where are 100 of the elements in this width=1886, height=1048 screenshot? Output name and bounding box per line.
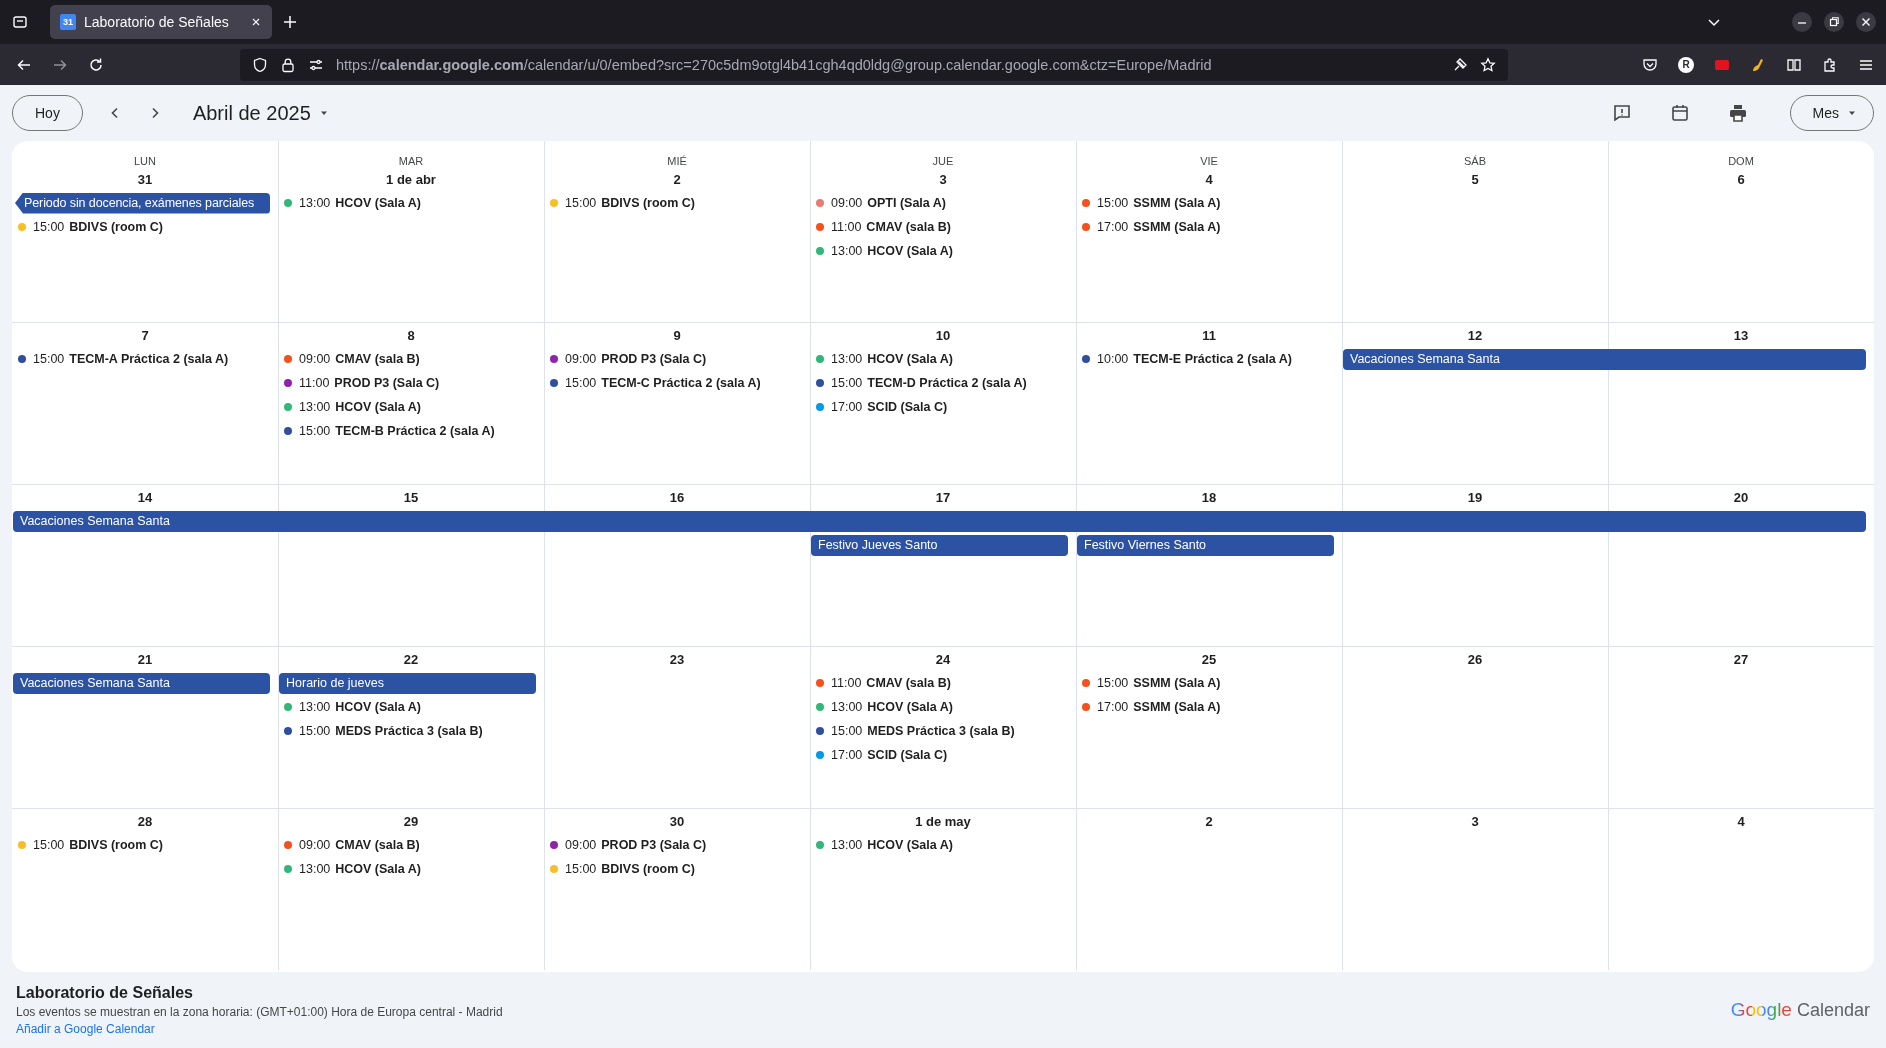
calendar-wordmark[interactable]: Calendar <box>1796 1000 1870 1021</box>
close-window-icon[interactable] <box>1856 12 1876 32</box>
day-number[interactable]: 26 <box>1467 651 1483 667</box>
day-number[interactable]: 28 <box>137 813 153 829</box>
calendar-event[interactable]: 13:00 HCOV (Sala A) <box>284 191 544 215</box>
day-number[interactable]: 4 <box>1737 813 1745 829</box>
day-number[interactable]: 24 <box>935 651 951 667</box>
day-number[interactable]: 11 <box>1202 327 1216 343</box>
calendar-event[interactable]: 13:00 HCOV (Sala A) <box>816 695 1076 719</box>
calendar-event[interactable]: 13:00 HCOV (Sala A) <box>284 695 544 719</box>
day-number[interactable]: 19 <box>1467 489 1483 505</box>
calendar-event[interactable]: 09:00 CMAV (sala B) <box>284 833 544 857</box>
day-number[interactable]: 7 <box>141 327 149 343</box>
calendar-event[interactable]: 09:00 PROD P3 (Sala C) <box>550 347 810 371</box>
day-number[interactable]: 10 <box>935 327 951 343</box>
pocket-icon[interactable] <box>1642 56 1658 73</box>
day-number[interactable]: 3 <box>1471 813 1479 829</box>
day-number[interactable]: 2 <box>1205 813 1213 829</box>
day-number[interactable]: 5 <box>1471 171 1479 187</box>
calendar-event[interactable]: 15:00 TECM-C Práctica 2 (sala A) <box>550 371 810 395</box>
all-day-event[interactable]: Horario de jueves <box>279 672 536 694</box>
day-number[interactable]: 31 <box>137 171 153 187</box>
calendar-event[interactable]: 15:00 MEDS Práctica 3 (sala B) <box>284 719 544 743</box>
calendar-event[interactable]: 15:00 BDIVS (room C) <box>550 857 810 881</box>
day-number[interactable]: 3 <box>939 171 947 187</box>
day-number[interactable]: 25 <box>1201 651 1217 667</box>
calendar-event[interactable]: 13:00 HCOV (Sala A) <box>816 347 1076 371</box>
reader-view-icon[interactable] <box>1786 56 1802 73</box>
day-number[interactable]: 13 <box>1733 327 1749 343</box>
all-day-event[interactable]: Festivo Viernes Santo <box>1077 534 1334 556</box>
calendar-event[interactable]: 13:00 HCOV (Sala A) <box>816 833 1076 857</box>
calendar-event[interactable]: 09:00 CMAV (sala B) <box>284 347 544 371</box>
calendar-event[interactable]: 17:00 SSMM (Sala A) <box>1082 695 1342 719</box>
day-number[interactable]: 17 <box>935 489 951 505</box>
reload-icon[interactable] <box>88 56 104 73</box>
address-bar[interactable]: https://calendar.google.com/calendar/u/0/embed?src=270c5dm9otgl4b41cgh4qd0ldg@group.calendar.google.com&ctz=Europe/Madrid <box>240 48 1508 81</box>
calendar-icon[interactable] <box>1669 103 1690 123</box>
day-number[interactable]: 9 <box>673 327 681 343</box>
add-to-calendar-link[interactable]: Añadir a Google Calendar <box>16 1022 503 1036</box>
calendar-event[interactable]: 09:00 PROD P3 (Sala C) <box>550 833 810 857</box>
day-number[interactable]: 30 <box>669 813 685 829</box>
extensions-puzzle-icon[interactable] <box>1822 56 1838 73</box>
shield-icon[interactable] <box>252 56 268 73</box>
day-number[interactable]: 21 <box>137 651 153 667</box>
day-number[interactable]: 22 <box>403 651 419 667</box>
lock-icon[interactable] <box>280 56 296 73</box>
minimize-icon[interactable] <box>1792 12 1812 32</box>
account-avatar[interactable]: R <box>1678 56 1694 73</box>
all-day-event[interactable]: Vacaciones Semana Santa <box>1343 348 1866 370</box>
calendar-event[interactable]: 17:00 SSMM (Sala A) <box>1082 215 1342 239</box>
print-icon[interactable] <box>1727 103 1748 123</box>
calendar-event[interactable]: 10:00 TECM-E Práctica 2 (sala A) <box>1082 347 1342 371</box>
day-number[interactable]: 2 <box>673 171 681 187</box>
month-picker[interactable]: Abril de 2025 <box>192 101 329 125</box>
brush-extension-icon[interactable] <box>1750 56 1766 73</box>
new-tab-icon[interactable] <box>282 14 298 30</box>
day-number[interactable]: 18 <box>1201 489 1217 505</box>
restore-icon[interactable] <box>1824 12 1844 32</box>
calendar-event[interactable]: 15:00 BDIVS (room C) <box>550 191 810 215</box>
day-number[interactable]: 4 <box>1205 171 1213 187</box>
calendar-event[interactable]: 13:00 HCOV (Sala A) <box>284 857 544 881</box>
today-button[interactable]: Hoy <box>12 95 83 131</box>
calendar-event[interactable]: 15:00 MEDS Práctica 3 (sala B) <box>816 719 1076 743</box>
extension-icon[interactable] <box>1452 56 1468 73</box>
calendar-event[interactable]: 15:00 TECM-A Práctica 2 (sala A) <box>18 347 278 371</box>
day-number[interactable]: 23 <box>669 651 685 667</box>
calendar-event[interactable]: 15:00 SSMM (Sala A) <box>1082 191 1342 215</box>
calendar-event[interactable]: 09:00 OPTI (Sala A) <box>816 191 1076 215</box>
view-dropdown[interactable]: Mes <box>1789 95 1874 131</box>
all-day-event[interactable]: Festivo Jueves Santo <box>811 534 1068 556</box>
day-number[interactable]: 8 <box>407 327 415 343</box>
calendar-event[interactable]: 11:00 CMAV (sala B) <box>816 671 1076 695</box>
all-day-event[interactable]: Vacaciones Semana Santa <box>13 510 1866 532</box>
calendar-event[interactable]: 17:00 SCID (Sala C) <box>816 395 1076 419</box>
browser-tab[interactable]: 31 Laboratorio de Señales <box>50 5 272 39</box>
calendar-event[interactable]: 11:00 PROD P3 (Sala C) <box>284 371 544 395</box>
calendar-event[interactable]: 13:00 HCOV (Sala A) <box>284 395 544 419</box>
day-number[interactable]: 12 <box>1467 327 1483 343</box>
day-number[interactable]: 1 de abr <box>386 171 436 187</box>
feedback-icon[interactable] <box>1611 103 1632 123</box>
day-number[interactable]: 27 <box>1733 651 1749 667</box>
day-number[interactable]: 15 <box>403 489 419 505</box>
calendar-event[interactable]: 15:00 BDIVS (room C) <box>18 215 278 239</box>
calendar-event[interactable]: 15:00 SSMM (Sala A) <box>1082 671 1342 695</box>
calendar-event[interactable]: 13:00 HCOV (Sala A) <box>816 239 1076 263</box>
calendar-event[interactable]: 15:00 BDIVS (room C) <box>18 833 278 857</box>
calendar-event[interactable]: 11:00 CMAV (sala B) <box>816 215 1076 239</box>
all-day-event[interactable]: Vacaciones Semana Santa <box>13 672 270 694</box>
star-icon[interactable] <box>1480 56 1496 73</box>
day-number[interactable]: 14 <box>137 489 153 505</box>
calendar-event[interactable]: 15:00 TECM-B Práctica 2 (sala A) <box>284 419 544 443</box>
day-number[interactable]: 29 <box>403 813 419 829</box>
day-number[interactable]: 20 <box>1733 489 1749 505</box>
calendar-event[interactable]: 15:00 TECM-D Práctica 2 (sala A) <box>816 371 1076 395</box>
tab-list-icon[interactable] <box>12 14 28 30</box>
day-number[interactable]: 6 <box>1737 171 1745 187</box>
close-icon[interactable] <box>250 16 262 28</box>
day-number[interactable]: 1 de may <box>915 813 971 829</box>
day-number[interactable]: 16 <box>669 489 685 505</box>
calendar-event[interactable]: 17:00 SCID (Sala C) <box>816 743 1076 767</box>
